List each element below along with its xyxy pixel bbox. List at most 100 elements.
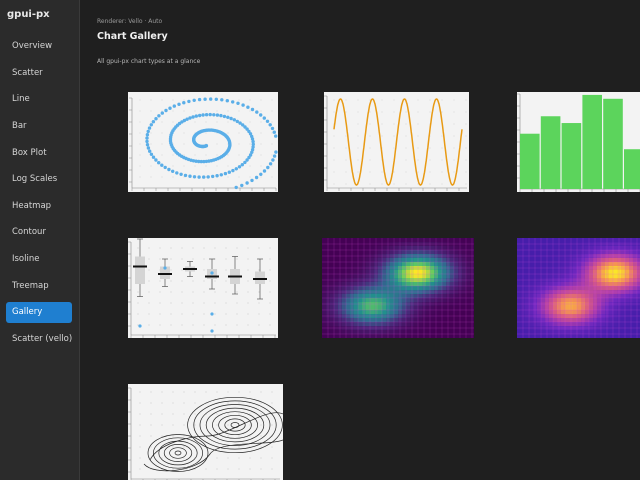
heatmap-cell <box>414 322 418 326</box>
heatmap-cell <box>454 298 458 302</box>
heatmap-cell <box>601 330 605 334</box>
heatmap-viridis-card[interactable] <box>322 238 474 338</box>
heatmap-cell <box>354 286 358 290</box>
heatmap-cell <box>322 306 326 310</box>
heatmap-cell <box>621 306 625 310</box>
sidebar-item-box-plot[interactable]: Box Plot <box>6 143 72 164</box>
heatmap-cell <box>589 330 593 334</box>
sidebar-item-treemap[interactable]: Treemap <box>6 276 72 297</box>
grid-dot <box>139 391 141 393</box>
grid-dot <box>441 99 443 101</box>
heatmap-cell <box>378 286 382 290</box>
heatmap-cell <box>466 298 470 302</box>
heatmap-cell <box>390 274 394 278</box>
grid-dot <box>192 324 194 326</box>
grid-dot <box>453 135 455 137</box>
grid-dot <box>333 135 335 137</box>
grid-dot <box>139 165 141 167</box>
heatmap-cell <box>390 322 394 326</box>
heatmap-cell <box>390 270 394 274</box>
heatmap-cell <box>517 246 521 250</box>
grid-dot <box>148 247 150 249</box>
box-plot-card[interactable] <box>128 238 278 338</box>
heatmap-cell <box>450 322 454 326</box>
heatmap-cell <box>334 306 338 310</box>
grid-dot <box>205 176 207 178</box>
line-chart-card[interactable] <box>324 92 469 192</box>
heatmap-cell <box>418 310 422 314</box>
sidebar-item-isoline[interactable]: Isoline <box>6 249 72 270</box>
heatmap-cell <box>577 330 581 334</box>
grid-dot <box>333 111 335 113</box>
sidebar-item-scatter-vello[interactable]: Scatter (vello) <box>6 329 72 350</box>
grid-dot <box>260 143 262 145</box>
heatmap-cell <box>589 246 593 250</box>
scatter-point <box>188 116 192 120</box>
heatmap-cell <box>426 298 430 302</box>
heatmap-cell <box>390 282 394 286</box>
bar-chart-card[interactable] <box>517 92 640 192</box>
heatmap-cell <box>585 294 589 298</box>
heatmap-cell <box>621 262 625 266</box>
grid-dot <box>227 435 229 437</box>
heatmap-cell <box>466 286 470 290</box>
grid-dot <box>238 391 240 393</box>
grid-dot <box>216 435 218 437</box>
heatmap-cell <box>573 298 577 302</box>
scatter-point <box>157 114 161 118</box>
heatmap-cell <box>406 334 410 338</box>
heatmap-cell <box>577 262 581 266</box>
grid-dot <box>381 123 383 125</box>
sidebar-item-overview[interactable]: Overview <box>6 36 72 57</box>
sidebar-item-heatmap[interactable]: Heatmap <box>6 196 72 217</box>
scatter-point <box>272 130 276 134</box>
sidebar-item-log-scales[interactable]: Log Scales <box>6 169 72 190</box>
heatmap-cell <box>430 246 434 250</box>
heatmap-cell <box>418 262 422 266</box>
heatmap-cell <box>442 258 446 262</box>
heatmap-cell <box>430 270 434 274</box>
heatmap-cell <box>378 330 382 334</box>
heatmap-cell <box>430 334 434 338</box>
heatmap-cell <box>426 270 430 274</box>
sidebar-item-scatter[interactable]: Scatter <box>6 63 72 84</box>
heatmap-cell <box>577 306 581 310</box>
heatmap-cell <box>565 334 569 338</box>
box-outlier <box>210 312 214 316</box>
heatmap-cell <box>442 298 446 302</box>
heatmap-cell <box>633 306 637 310</box>
heatmap-cell <box>370 310 374 314</box>
heatmap-cell <box>450 246 454 250</box>
grid-dot <box>381 183 383 185</box>
heatmap-cell <box>573 334 577 338</box>
sidebar-item-line[interactable]: Line <box>6 89 72 110</box>
heatmap-cell <box>402 250 406 254</box>
heatmap-cell <box>450 330 454 334</box>
heatmap-cell <box>462 298 466 302</box>
heatmap-cell <box>390 250 394 254</box>
heatmap-cell <box>342 282 346 286</box>
heatmap-cell <box>414 282 418 286</box>
sidebar-item-bar[interactable]: Bar <box>6 116 72 137</box>
box-outlier <box>210 271 214 275</box>
heatmap-cell <box>541 274 545 278</box>
heatmap-cell <box>573 246 577 250</box>
heatmap-cell <box>394 282 398 286</box>
heatmap-cell <box>438 246 442 250</box>
scatter-chart-card[interactable] <box>128 92 278 192</box>
contour-chart-card[interactable] <box>128 384 283 480</box>
heatmap-cell <box>370 262 374 266</box>
heatmap-cell <box>601 246 605 250</box>
heatmap-cell <box>462 322 466 326</box>
sidebar-item-gallery[interactable]: Gallery <box>6 302 72 323</box>
heatmap-cell <box>597 258 601 262</box>
heatmap-cell <box>517 330 521 334</box>
scatter-point <box>214 97 218 101</box>
heatmap-plasma-card[interactable] <box>517 238 640 338</box>
heatmap-cell <box>565 274 569 278</box>
scatter-point <box>219 173 223 177</box>
grid-dot <box>441 111 443 113</box>
grid-dot <box>269 258 271 260</box>
heatmap-cell <box>430 330 434 334</box>
sidebar-item-contour[interactable]: Contour <box>6 222 72 243</box>
